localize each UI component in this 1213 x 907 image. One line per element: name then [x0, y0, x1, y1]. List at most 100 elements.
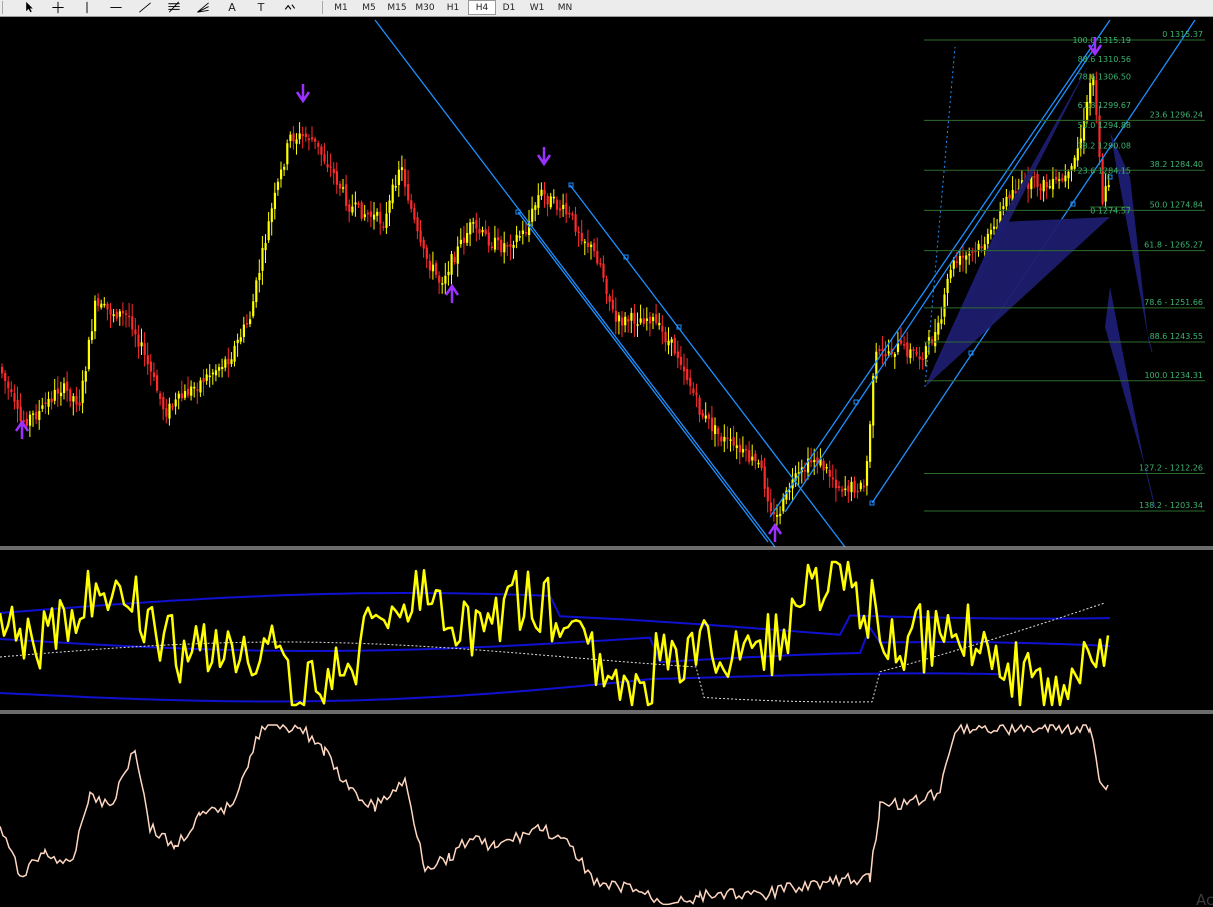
fibonacci-tool-icon[interactable]	[163, 0, 185, 15]
candle-body	[121, 310, 125, 314]
timeframe-mn-button[interactable]: MN	[552, 0, 578, 15]
candle-body	[292, 133, 295, 142]
candle-body	[214, 370, 218, 376]
candle-body	[326, 164, 329, 168]
candle-body	[1067, 171, 1070, 179]
timeframe-m15-button[interactable]: M15	[384, 0, 410, 15]
candle-body	[552, 196, 555, 199]
candle-body	[357, 203, 360, 205]
timeframe-h1-button[interactable]: H1	[440, 0, 466, 15]
candle-body	[847, 485, 850, 492]
candle-body	[301, 134, 304, 137]
timeframe-h4-button[interactable]: H4	[468, 0, 496, 15]
candle-body	[431, 264, 435, 272]
candle-body	[583, 241, 586, 244]
timeframe-w1-button[interactable]: W1	[524, 0, 550, 15]
candle-body	[989, 229, 993, 235]
candle-body	[400, 167, 404, 171]
candle-body	[825, 467, 828, 469]
timeframe-d1-button[interactable]: D1	[496, 0, 522, 15]
candle-body	[714, 425, 717, 434]
candle-body	[586, 242, 590, 247]
candle-body	[869, 424, 872, 462]
candle-body	[627, 319, 630, 322]
candle-body	[906, 342, 909, 357]
candle-body	[493, 237, 497, 250]
candle-body	[131, 316, 134, 330]
candle-body	[540, 189, 543, 196]
candle-body	[630, 312, 633, 321]
candle-body	[661, 325, 664, 332]
candle-body	[385, 213, 388, 228]
candle-body	[317, 142, 320, 147]
fib-level-label: 23.6 1296.24	[1150, 110, 1203, 119]
candle-body	[152, 372, 156, 378]
candle-body	[75, 395, 78, 405]
trendline-tool-icon[interactable]	[134, 0, 156, 15]
text-tool-icon[interactable]: A	[221, 0, 243, 15]
candle-body	[44, 402, 47, 405]
crosshair-tool-icon[interactable]	[47, 0, 69, 15]
candle-body	[701, 412, 704, 417]
candle-body	[56, 388, 59, 394]
candle-body	[1036, 173, 1039, 187]
candle-body	[518, 236, 521, 238]
candle-body	[1045, 181, 1048, 188]
text-label-tool-icon[interactable]: T	[250, 0, 272, 15]
candle-body	[382, 226, 385, 228]
candle-body	[555, 199, 559, 210]
candle-body	[478, 228, 481, 234]
candle-body	[865, 461, 869, 486]
candle-body	[983, 244, 986, 252]
candle-body	[704, 415, 707, 419]
candle-body	[447, 271, 450, 276]
chart-area[interactable]: 0 1315.37 23.6 1296.24 38.2 1284.40 50.0 12…	[0, 17, 1213, 907]
candle-body	[921, 358, 924, 361]
candle-body	[134, 329, 137, 335]
candle-body	[245, 323, 249, 325]
candle-body	[1008, 194, 1011, 199]
candle-body	[270, 208, 273, 223]
candle-body	[1064, 175, 1067, 182]
candle-body	[679, 356, 683, 365]
candle-body	[732, 437, 735, 446]
candle-body	[323, 154, 326, 162]
candle-body	[844, 488, 847, 491]
candle-body	[509, 243, 512, 247]
candle-body	[862, 485, 865, 488]
fibo-fan-tool-icon[interactable]	[192, 0, 214, 15]
candle-body	[363, 214, 366, 218]
candle-body	[912, 349, 915, 351]
candle-body	[59, 392, 63, 397]
arrows-tool-icon[interactable]	[279, 0, 301, 15]
candle-body	[670, 339, 673, 343]
candle-body	[497, 237, 500, 241]
candle-body	[453, 256, 456, 263]
cursor-tool-icon[interactable]	[18, 0, 40, 15]
candle-body	[562, 204, 565, 210]
candle-body	[190, 386, 193, 396]
candle-body	[72, 396, 75, 402]
candle-body	[404, 169, 407, 187]
candle-body	[648, 316, 652, 324]
timeframe-m30-button[interactable]: M30	[412, 0, 438, 15]
vertical-line-tool-icon[interactable]	[76, 0, 98, 15]
candle-body	[25, 418, 28, 426]
candle-body	[565, 203, 568, 215]
candle-body	[286, 143, 289, 165]
timeframe-m1-button[interactable]: M1	[328, 0, 354, 15]
candle-body	[593, 242, 596, 252]
candle-body	[407, 183, 410, 201]
candle-body	[137, 334, 140, 347]
candle-body	[366, 212, 369, 215]
toolbar-separator	[322, 1, 323, 14]
timeframe-m5-button[interactable]: M5	[356, 0, 382, 15]
candle-body	[202, 378, 205, 383]
candle-body	[853, 480, 856, 493]
candle-body	[63, 383, 66, 394]
candle-body	[1104, 186, 1107, 202]
candle-body	[475, 219, 478, 229]
candle-body	[717, 428, 720, 435]
candle-body	[187, 388, 190, 396]
horizontal-line-tool-icon[interactable]	[105, 0, 127, 15]
